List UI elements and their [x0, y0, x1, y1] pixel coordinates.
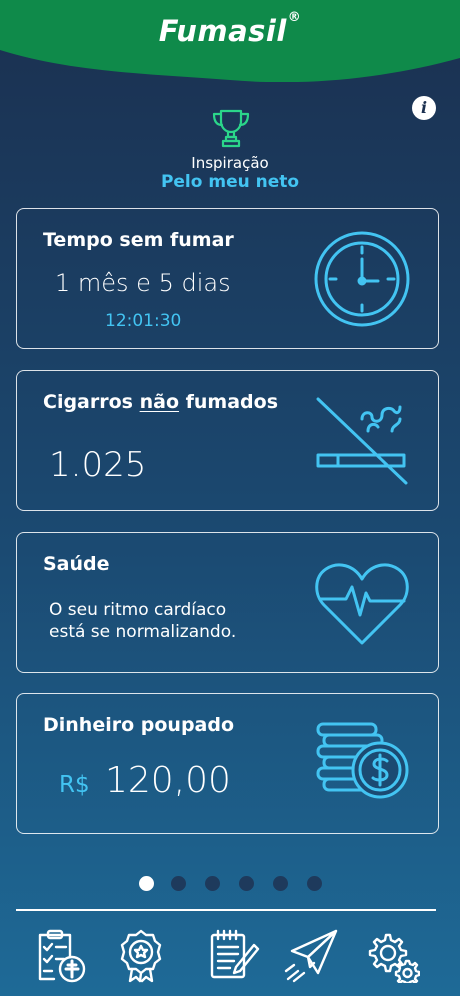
time-elapsed-value: 1 mês e 5 dias	[55, 269, 231, 297]
brand-logo: Fumasil®	[0, 10, 460, 48]
nav-achievements-button[interactable]	[112, 927, 170, 983]
title-emphasis: não	[139, 391, 180, 413]
nav-share-button[interactable]	[284, 927, 342, 983]
card-cigarettes-not-smoked[interactable]: Cigarros não fumados 1.025	[16, 370, 439, 511]
paper-plane-icon	[284, 929, 338, 983]
title-suffix: fumados	[179, 391, 279, 413]
card-title: Cigarros não fumados	[43, 391, 278, 413]
brand-name: Fumasil	[158, 14, 287, 48]
health-message: O seu ritmo cardíaco está se normalizand…	[49, 599, 236, 643]
no-smoking-icon	[316, 397, 408, 485]
heart-pulse-icon	[315, 563, 409, 645]
trophy-icon	[212, 109, 250, 148]
notepad-icon	[210, 929, 260, 979]
page-dot-1[interactable]	[139, 876, 154, 891]
card-title: Saúde	[43, 553, 110, 575]
app-header: Fumasil®	[0, 0, 460, 82]
card-title: Dinheiro poupado	[43, 714, 235, 736]
title-prefix: Cigarros	[43, 391, 140, 413]
cigarettes-count: 1.025	[49, 445, 147, 485]
info-icon: i	[420, 98, 428, 117]
coins-icon	[316, 722, 409, 799]
health-message-line-1: O seu ritmo cardíaco	[49, 600, 227, 620]
page-dot-2[interactable]	[171, 876, 186, 891]
nav-settings-button[interactable]	[362, 927, 421, 985]
nav-divider	[16, 909, 436, 911]
inspiration-value: Pelo meu neto	[160, 172, 300, 192]
currency-symbol: R$	[59, 772, 90, 798]
settings-gears-icon	[368, 933, 421, 985]
checklist-health-icon	[38, 929, 86, 983]
card-money-saved[interactable]: Dinheiro poupado R$ 120,00	[16, 693, 439, 834]
page-dot-5[interactable]	[273, 876, 288, 891]
money-saved-value: 120,00	[105, 760, 231, 801]
card-health[interactable]: Saúde O seu ritmo cardíaco está se norma…	[16, 532, 439, 673]
timer-value: 12:01:30	[105, 311, 182, 331]
page-dot-3[interactable]	[205, 876, 220, 891]
card-title: Tempo sem fumar	[43, 229, 234, 251]
clock-icon	[314, 231, 410, 327]
info-button[interactable]: i	[412, 96, 436, 120]
award-badge-icon	[120, 929, 162, 983]
inspiration-label: Inspiração	[191, 154, 269, 172]
card-time-without-smoking[interactable]: Tempo sem fumar 1 mês e 5 dias 12:01:30	[16, 208, 439, 349]
health-message-line-2: está se normalizando.	[49, 622, 237, 642]
brand-registered-mark: ®	[287, 10, 302, 25]
page-dot-4[interactable]	[239, 876, 254, 891]
nav-notes-button[interactable]	[204, 927, 262, 983]
page-indicator	[0, 876, 460, 892]
nav-checklist-button[interactable]	[30, 927, 88, 983]
page-dot-6[interactable]	[307, 876, 322, 891]
